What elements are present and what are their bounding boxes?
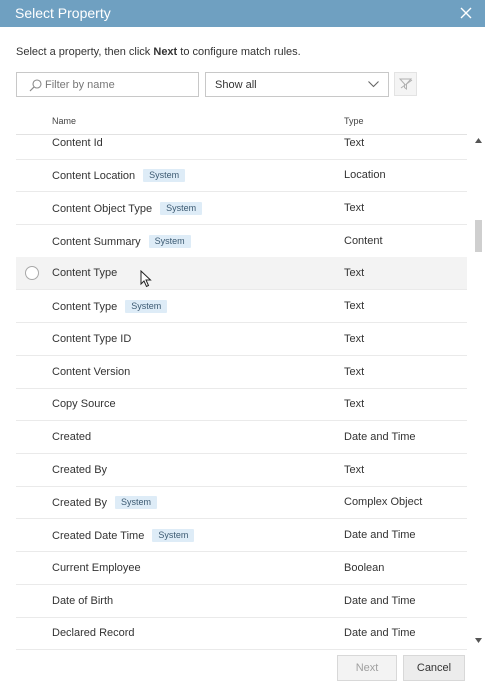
- property-row[interactable]: Content Type System Text: [16, 290, 467, 323]
- select-radio[interactable]: [25, 266, 39, 280]
- property-type: Text: [344, 300, 365, 312]
- clear-filter-icon: [399, 78, 413, 90]
- property-row[interactable]: Content Version Text: [16, 356, 467, 389]
- property-name-text: Content Type: [52, 301, 118, 313]
- cancel-button-label: Cancel: [416, 662, 452, 674]
- system-badge: System: [152, 529, 195, 542]
- property-name: Declared Record: [52, 627, 135, 639]
- column-header-type[interactable]: Type: [344, 116, 364, 126]
- dialog-instructions: Select a property, then click Next to co…: [16, 46, 301, 58]
- property-row[interactable]: Created By Text: [16, 454, 467, 487]
- property-name: Content Summary System: [52, 235, 191, 248]
- chevron-down-icon: [368, 81, 379, 88]
- clear-filter-button[interactable]: [394, 72, 417, 96]
- property-name-text: Created By: [52, 464, 108, 476]
- system-badge: System: [125, 300, 168, 313]
- dialog-title: Select Property: [15, 5, 111, 21]
- property-name: Content Id: [52, 137, 103, 149]
- property-type: Text: [344, 267, 365, 279]
- property-name: Date of Birth: [52, 595, 113, 607]
- property-type: Location: [344, 169, 386, 181]
- property-name: Content Type System: [52, 300, 168, 313]
- show-filter-dropdown[interactable]: Show all: [205, 72, 389, 97]
- cancel-button[interactable]: Cancel: [403, 655, 465, 681]
- filter-by-name-box[interactable]: [16, 72, 199, 97]
- property-name: Current Employee: [52, 562, 141, 574]
- property-name-text: Current Employee: [52, 562, 141, 574]
- column-header-row: Name Type: [16, 110, 467, 135]
- property-row[interactable]: Date of Birth Date and Time: [16, 585, 467, 618]
- property-name-text: Content Summary: [52, 236, 141, 248]
- property-name-text: Content Id: [52, 137, 103, 149]
- property-row[interactable]: Content Type ID Text: [16, 323, 467, 356]
- instructions-next-word: Next: [153, 46, 178, 58]
- property-row[interactable]: Content Location System Location: [16, 159, 467, 192]
- property-name: Content Type ID: [52, 333, 131, 345]
- property-row[interactable]: Created Date and Time: [16, 421, 467, 454]
- property-name: Content Version: [52, 366, 130, 378]
- property-name: Created Date Time System: [52, 529, 195, 542]
- property-type: Text: [344, 464, 365, 476]
- property-row[interactable]: Copy Source Text: [16, 388, 467, 421]
- system-badge: System: [148, 235, 191, 248]
- property-type: Date and Time: [344, 595, 416, 607]
- property-type: Text: [344, 398, 365, 410]
- scrollbar-thumb[interactable]: [475, 220, 482, 252]
- property-type: Complex Object: [344, 496, 423, 508]
- dialog-titlebar: Select Property: [0, 0, 485, 27]
- property-type: Text: [344, 137, 365, 149]
- property-type: Content: [344, 235, 383, 247]
- property-name: Content Object Type System: [52, 202, 203, 215]
- property-type: Date and Time: [344, 431, 416, 443]
- property-name-text: Created Date Time: [52, 530, 145, 542]
- close-icon[interactable]: [457, 4, 475, 22]
- system-badge: System: [143, 169, 186, 182]
- property-name: Created: [52, 431, 91, 443]
- search-icon: [29, 79, 42, 92]
- property-name-text: Content Object Type: [52, 203, 153, 215]
- property-row[interactable]: Content Summary System Content: [16, 225, 467, 258]
- next-button-label: Next: [355, 662, 379, 674]
- system-badge: System: [115, 496, 158, 509]
- property-row[interactable]: Declared Record Date and Time: [16, 617, 467, 650]
- scroll-down-icon[interactable]: [475, 638, 482, 643]
- property-type: Boolean: [344, 562, 385, 574]
- property-name-text: Copy Source: [52, 398, 116, 410]
- property-name-text: Date of Birth: [52, 595, 114, 607]
- property-name: Created By System: [52, 496, 158, 509]
- property-row-hovered[interactable]: Content Type Text: [16, 257, 467, 290]
- list-scrollbar[interactable]: [472, 135, 485, 650]
- property-type: Text: [344, 202, 365, 214]
- property-type: Date and Time: [344, 627, 416, 639]
- property-name-text: Declared Record: [52, 627, 135, 639]
- property-type: Text: [344, 366, 365, 378]
- property-name: Content Location System: [52, 169, 186, 182]
- instructions-text: Select a property, then click: [16, 46, 154, 58]
- property-row[interactable]: Created Date Time System Date and Time: [16, 519, 467, 552]
- system-badge: System: [160, 202, 203, 215]
- filter-by-name-input[interactable]: [45, 76, 195, 94]
- column-header-name[interactable]: Name: [52, 116, 76, 126]
- property-name-text: Content Type ID: [52, 333, 132, 345]
- next-button[interactable]: Next: [337, 655, 397, 681]
- property-row[interactable]: Content Object Type System Text: [16, 192, 467, 225]
- show-filter-value: Show all: [215, 79, 257, 91]
- property-name-text: Content Type: [52, 267, 118, 279]
- instructions-text-end: to configure match rules.: [177, 46, 301, 58]
- property-row[interactable]: Current Employee Boolean: [16, 552, 467, 585]
- property-row[interactable]: Created By System Complex Object: [16, 486, 467, 519]
- property-name-text: Content Version: [52, 366, 131, 378]
- property-type: Date and Time: [344, 529, 416, 541]
- property-name-text: Created: [52, 431, 92, 443]
- property-name: Created By: [52, 464, 107, 476]
- property-name: Content Type: [52, 267, 117, 279]
- property-list: Content Id Text Content Location System L…: [16, 135, 467, 650]
- property-type: Text: [344, 333, 365, 345]
- mouse-cursor-icon: [140, 270, 152, 288]
- scroll-up-icon[interactable]: [475, 138, 482, 143]
- property-name: Copy Source: [52, 398, 116, 410]
- property-name-text: Content Location: [52, 170, 136, 182]
- property-row[interactable]: Content Id Text: [16, 135, 467, 160]
- property-name-text: Created By: [52, 497, 108, 509]
